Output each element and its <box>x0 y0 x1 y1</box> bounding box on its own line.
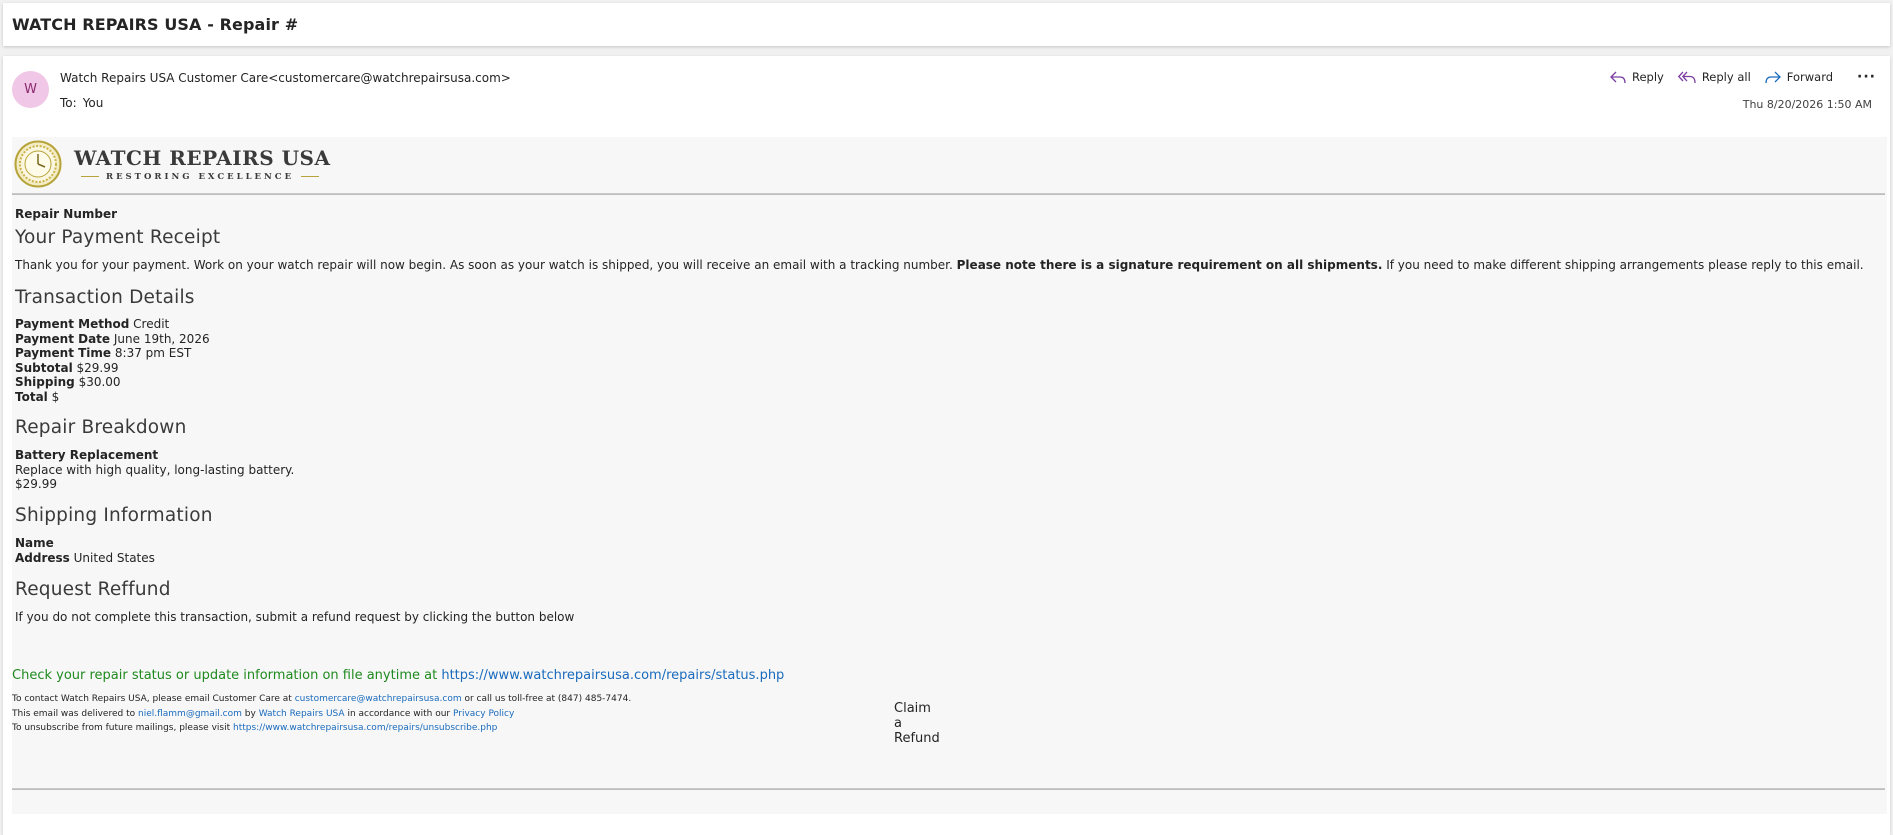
to-label: To: <box>60 96 77 110</box>
email-subject: WATCH REPAIRS USA - Repair # <box>12 15 299 34</box>
forward-icon <box>1765 71 1781 83</box>
reply-all-icon <box>1677 71 1696 83</box>
forward-label: Forward <box>1786 70 1834 84</box>
recipient-line: To: You <box>60 96 103 110</box>
breakdown-price: $29.99 <box>15 477 57 491</box>
status-line: Check your repair status or update infor… <box>12 668 785 683</box>
brand-logo: WATCH REPAIRS USA RESTORING EXCELLENCE <box>14 139 331 189</box>
customer-care-email-link[interactable]: customercare@watchrepairsusa.com <box>295 694 462 704</box>
reply-icon <box>1610 71 1626 83</box>
claim-refund-button[interactable]: Claim a Refund <box>882 697 952 750</box>
footer-divider <box>12 788 1885 790</box>
transaction-row: Payment Time 8:37 pm EST <box>15 346 192 360</box>
reply-button[interactable]: Reply <box>1610 70 1664 84</box>
sender-name[interactable]: Watch Repairs USA Customer Care<customer… <box>60 71 511 85</box>
shipping-heading: Shipping Information <box>15 505 213 526</box>
footer: To contact Watch Repairs USA, please ema… <box>12 692 631 736</box>
repair-breakdown: Battery Replacement Replace with high qu… <box>15 448 294 492</box>
transaction-row: Total $ <box>15 389 60 404</box>
transaction-row: Subtotal $29.99 <box>15 360 119 375</box>
sender-avatar[interactable]: W <box>12 71 49 108</box>
refund-heading: Request Reffund <box>15 579 171 600</box>
breakdown-item: Battery Replacement <box>15 448 159 462</box>
receipt-heading: Your Payment Receipt <box>15 227 221 248</box>
watch-logo-icon <box>14 140 62 188</box>
transaction-row: Payment Date June 19th, 2026 <box>15 331 210 346</box>
unsubscribe-link[interactable]: https://www.watchrepairsusa.com/repairs/… <box>233 723 497 733</box>
breakdown-heading: Repair Breakdown <box>15 417 187 438</box>
forward-button[interactable]: Forward <box>1765 70 1833 84</box>
transaction-row: Shipping $30.00 <box>15 375 121 389</box>
shipping-address-label: Address <box>15 550 70 565</box>
transaction-row: Payment Method Credit <box>15 317 170 331</box>
logo-tagline: RESTORING EXCELLENCE <box>106 171 295 182</box>
shipping-name-label: Name <box>15 536 54 550</box>
avatar-initial: W <box>24 82 37 97</box>
shipping-address-value: United States <box>73 550 155 565</box>
watch-repairs-link[interactable]: Watch Repairs USA <box>259 709 345 719</box>
footer-contact-line: To contact Watch Repairs USA, please ema… <box>12 694 632 704</box>
privacy-policy-link[interactable]: Privacy Policy <box>453 709 514 719</box>
reply-label: Reply <box>1631 70 1664 84</box>
transaction-heading: Transaction Details <box>15 287 195 308</box>
recipient-email-link[interactable]: niel.flamm@gmail.com <box>138 709 242 719</box>
subject-bar: WATCH REPAIRS USA - Repair # <box>3 3 1890 46</box>
message-actions: Reply Reply all Forward ··· <box>1596 69 1876 85</box>
reply-all-label: Reply all <box>1701 70 1751 84</box>
footer-delivery-line: This email was delivered to niel.flamm@g… <box>12 708 515 719</box>
status-link[interactable]: https://www.watchrepairsusa.com/repairs/… <box>441 668 784 683</box>
repair-number-label: Repair Number <box>15 207 118 221</box>
message-card: W Watch Repairs USA Customer Care<custom… <box>3 56 1890 835</box>
refund-text: If you do not complete this transaction,… <box>15 610 575 624</box>
receipt-text: Thank you for your payment. Work on your… <box>15 258 1864 272</box>
breakdown-description: Replace with high quality, long-lasting … <box>15 462 295 477</box>
logo-title: WATCH REPAIRS USA <box>74 145 331 170</box>
message-date: Thu 8/20/2026 1:50 AM <box>1742 98 1872 111</box>
reply-all-button[interactable]: Reply all <box>1677 70 1751 84</box>
transaction-details: Payment Method Credit Payment Date June … <box>15 317 210 404</box>
header-divider <box>12 193 1885 195</box>
more-actions-button[interactable]: ··· <box>1857 69 1876 85</box>
footer-unsubscribe-line: To unsubscribe from future mailings, ple… <box>12 723 498 733</box>
shipping-info: Name Address United States <box>15 536 155 565</box>
to-recipient[interactable]: You <box>83 96 104 110</box>
